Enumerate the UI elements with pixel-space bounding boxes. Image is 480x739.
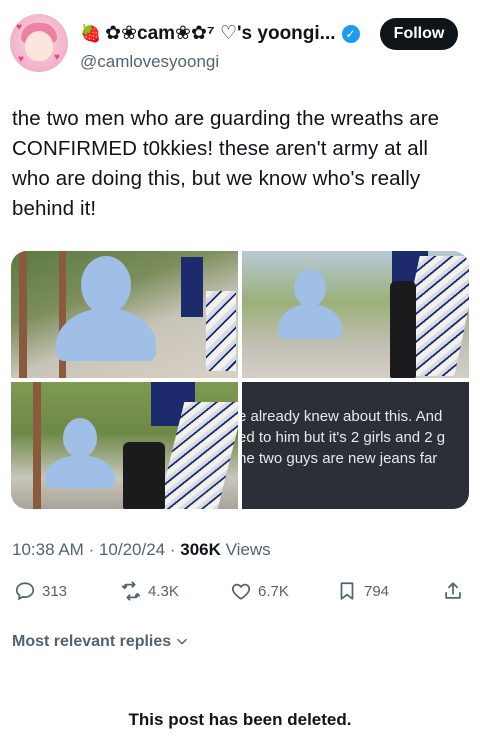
- heart-icon: ♥: [18, 54, 24, 65]
- like-button[interactable]: 6.7K: [230, 580, 289, 602]
- deleted-post-notice: This post has been deleted.: [128, 710, 352, 729]
- heart-icon: ♥: [16, 22, 22, 33]
- tweet-meta: 10:38 AM · 10/20/24 · 306K Views: [12, 540, 271, 560]
- replies-sort-dropdown[interactable]: Most relevant replies: [12, 633, 189, 651]
- strawberry-icon: 🍓: [80, 23, 102, 43]
- action-bar: 313 4.3K 6.7K 794: [10, 580, 470, 606]
- tweet-header: ♥ ♥ ♥ 🍓 ✿❀cam❀✿⁷ ♡'s yoongi... ✓ @camlov…: [10, 14, 464, 74]
- display-name[interactable]: ✿❀cam❀✿⁷ ♡'s yoongi...: [105, 22, 335, 45]
- tree-trunk: [33, 382, 41, 509]
- meta-separator: ·: [169, 540, 181, 559]
- person-figure: [123, 442, 165, 509]
- meta-separator: ·: [88, 540, 99, 559]
- wreath: [206, 291, 236, 371]
- verified-badge-icon: ✓: [341, 24, 360, 43]
- reply-button[interactable]: 313: [14, 580, 67, 602]
- display-name-row[interactable]: 🍓 ✿❀cam❀✿⁷ ♡'s yoongi... ✓: [80, 22, 360, 45]
- reply-icon: [15, 582, 35, 601]
- repost-count: 4.3K: [148, 582, 179, 600]
- screenshot-line: ed to him but it's 2 girls and 2 g: [242, 429, 446, 446]
- screenshot-line: e already knew about this. And: [242, 408, 443, 425]
- tree-trunk: [19, 251, 27, 378]
- tweet-text: the two men who are guarding the wreaths…: [12, 107, 440, 220]
- heart-icon: [231, 583, 251, 600]
- bookmark-button[interactable]: 794: [336, 580, 389, 602]
- avatar-face: [25, 31, 53, 61]
- views-label: Views: [225, 540, 271, 559]
- media-screenshot[interactable]: e already knew about this. And ed to him…: [242, 382, 469, 509]
- share-icon: [445, 582, 461, 599]
- heart-icon: ♥: [54, 52, 60, 63]
- redacted-person-silhouette: [45, 418, 115, 488]
- tweet-date[interactable]: 10/20/24: [99, 540, 165, 559]
- follow-button[interactable]: Follow: [380, 18, 458, 50]
- media-grid: e already knew about this. And ed to him…: [11, 251, 469, 509]
- screenshot-text: e already knew about this. And ed to him…: [242, 406, 469, 469]
- like-count: 6.7K: [258, 582, 289, 600]
- chevron-down-icon: [177, 638, 187, 645]
- person-figure: [390, 281, 416, 378]
- bookmark-count: 794: [364, 582, 390, 600]
- reply-count: 313: [42, 582, 68, 600]
- banner: [181, 257, 203, 317]
- replies-sort-label: Most relevant replies: [12, 633, 172, 650]
- media-photo-1[interactable]: [11, 251, 238, 378]
- views-count: 306K: [180, 540, 221, 559]
- bookmark-icon: [340, 582, 354, 600]
- media-photo-2[interactable]: [242, 251, 469, 378]
- media-photo-3[interactable]: [11, 382, 238, 509]
- share-button[interactable]: [442, 580, 464, 602]
- tweet-time[interactable]: 10:38 AM: [12, 540, 84, 559]
- screenshot-line: he two guys are new jeans far: [242, 450, 438, 467]
- user-handle[interactable]: @camlovesyoongi: [80, 52, 219, 72]
- repost-icon: [121, 581, 141, 601]
- repost-button[interactable]: 4.3K: [120, 580, 179, 602]
- redacted-person-silhouette: [56, 256, 156, 361]
- avatar[interactable]: ♥ ♥ ♥: [10, 14, 68, 72]
- redacted-person-silhouette: [278, 269, 342, 339]
